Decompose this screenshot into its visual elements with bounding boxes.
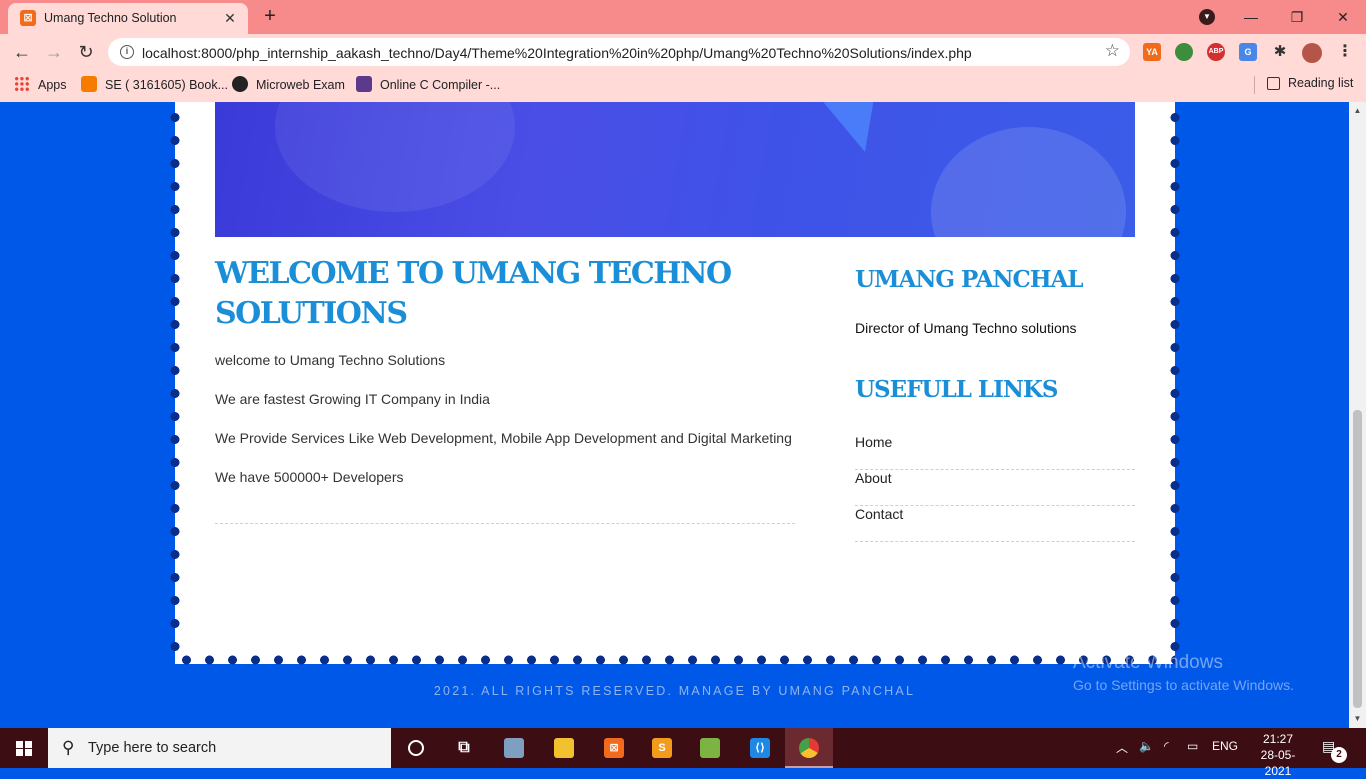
bookmark-apps[interactable]: Apps (14, 76, 67, 92)
close-window-button[interactable]: ✕ (1320, 4, 1366, 30)
blogger-icon (81, 76, 97, 92)
windows-logo-icon (16, 741, 32, 756)
scrollbar-thumb[interactable] (1353, 410, 1362, 708)
taskbar-app-xampp[interactable]: ⊠ (590, 728, 638, 768)
scroll-up-arrow-icon[interactable]: ▲ (1353, 106, 1362, 115)
language-indicator[interactable]: ENG (1212, 739, 1238, 753)
tab-search-icon[interactable]: ▼ (1199, 9, 1215, 25)
content-paragraph: welcome to Umang Techno Solutions (215, 352, 446, 368)
monitor-icon (504, 738, 524, 758)
site-info-icon[interactable]: i (120, 45, 134, 59)
stamp-border-left (170, 102, 180, 664)
page-scrollbar[interactable]: ▲ ▼ (1349, 102, 1366, 728)
taskbar-search[interactable]: ⚲ Type here to search (48, 728, 391, 768)
adblock-extension-icon[interactable]: ABP (1207, 43, 1225, 61)
sidebar-author-title: UMANG PANCHAL (855, 266, 1084, 293)
search-icon: ⚲ (62, 738, 75, 757)
show-hidden-icons-chevron-icon[interactable]: ︿ (1116, 739, 1128, 756)
tab-close-icon[interactable]: ✕ (220, 8, 240, 28)
content-divider (215, 523, 795, 524)
restore-button[interactable]: ❐ (1274, 4, 1320, 30)
stamp-border-right (1170, 102, 1180, 664)
banner-shape (931, 127, 1126, 237)
tab-strip: ⊠ Umang Techno Solution ✕ + ▼ — ❐ ✕ (0, 0, 1366, 34)
apps-grid-icon (14, 76, 30, 92)
page-viewport: WELCOME TO UMANG TECHNO SOLUTIONS welcom… (0, 102, 1349, 728)
volume-icon[interactable]: 🔈 (1139, 739, 1154, 753)
content-card: WELCOME TO UMANG TECHNO SOLUTIONS welcom… (170, 102, 1180, 664)
sublime-icon: S (652, 738, 672, 758)
watermark-title: Activate Windows (1073, 652, 1223, 673)
tab-title: Umang Techno Solution (44, 11, 177, 25)
notepad-icon (700, 738, 720, 758)
new-tab-button[interactable]: + (258, 5, 282, 29)
sidebar-link-home[interactable]: Home (855, 434, 1135, 470)
url-text[interactable]: localhost:8000/php_internship_aakash_tec… (142, 45, 972, 61)
task-view-button[interactable]: ⧉ (440, 728, 488, 768)
forward-arrow-icon[interactable]: → (42, 40, 66, 64)
wifi-icon[interactable]: ◜ (1164, 739, 1169, 753)
notification-count-badge: 2 (1331, 747, 1347, 763)
reading-list-button[interactable]: Reading list (1267, 76, 1353, 90)
battery-icon[interactable]: ▭ (1187, 739, 1198, 753)
extensions-puzzle-icon[interactable]: ✱ (1271, 43, 1289, 61)
angular-icon (232, 76, 248, 92)
watermark-subtitle: Go to Settings to activate Windows. (1073, 677, 1294, 693)
vscode-icon: ⟨⟩ (750, 738, 770, 758)
windows-taskbar: ⚲ Type here to search ⧉ ⊠ S ⟨⟩ ︿ 🔈 ◜ ▭ E… (0, 728, 1366, 778)
bookmark-microweb[interactable]: Microweb Exam (232, 76, 345, 92)
start-button[interactable] (0, 728, 48, 768)
taskbar-app-vscode[interactable]: ⟨⟩ (736, 728, 784, 768)
bookmark-se-book[interactable]: SE ( 3161605) Book... (81, 76, 228, 92)
content-paragraph: We Provide Services Like Web Development… (215, 430, 792, 446)
lightning-icon (356, 76, 372, 92)
minimize-button[interactable]: — (1228, 4, 1274, 30)
sidebar-link-contact[interactable]: Contact (855, 506, 1135, 542)
taskbar-app-chrome[interactable] (785, 728, 833, 768)
content-paragraph: We are fastest Growing IT Company in Ind… (215, 391, 490, 407)
search-placeholder: Type here to search (88, 740, 217, 756)
separator (1254, 76, 1255, 94)
activate-windows-watermark: Activate Windows Go to Settings to activ… (1073, 652, 1294, 693)
hero-banner-image (215, 102, 1135, 237)
clock-time: 21:27 (1262, 732, 1294, 746)
clock-date: 28-05-2021 (1260, 748, 1296, 778)
banner-shape (815, 102, 875, 152)
profile-avatar[interactable] (1302, 43, 1322, 63)
browser-toolbar: ← → ↻ i localhost:8000/php_internship_aa… (0, 34, 1366, 70)
system-clock[interactable]: 21:27 28-05-2021 (1252, 731, 1304, 779)
content-paragraph: We have 500000+ Developers (215, 469, 404, 485)
address-bar[interactable]: i localhost:8000/php_internship_aakash_t… (108, 38, 1130, 66)
reading-list-icon (1267, 77, 1280, 90)
scroll-down-arrow-icon[interactable]: ▼ (1353, 714, 1362, 723)
bookmark-online-c-compiler[interactable]: Online C Compiler -... (356, 76, 500, 92)
xampp-icon: ⊠ (604, 738, 624, 758)
google-translate-icon[interactable]: G (1239, 43, 1257, 61)
sidebar-links-title: USEFULL LINKS (855, 376, 1058, 403)
task-view-icon: ⧉ (458, 739, 470, 756)
sidebar-author-desc: Director of Umang Techno solutions (855, 320, 1077, 336)
taskbar-app-pc[interactable] (490, 728, 538, 768)
banner-shape (275, 102, 515, 212)
reload-icon[interactable]: ↻ (74, 40, 98, 64)
page-title: WELCOME TO UMANG TECHNO SOLUTIONS (215, 256, 732, 331)
back-arrow-icon[interactable]: ← (10, 40, 34, 64)
sidebar-link-about[interactable]: About (855, 470, 1135, 506)
cortana-circle-icon (408, 740, 424, 756)
chrome-icon (799, 738, 819, 758)
xampp-favicon-icon: ⊠ (20, 10, 36, 26)
ya-extension-icon[interactable]: YA (1143, 43, 1161, 61)
bookmarks-bar: Apps SE ( 3161605) Book... Microweb Exam… (0, 70, 1366, 98)
stamp-border-bottom (175, 655, 1175, 665)
taskbar-app-sublime[interactable]: S (638, 728, 686, 768)
globe-extension-icon[interactable] (1175, 43, 1193, 61)
menu-kebab-icon[interactable]: ⋮ (1336, 43, 1354, 61)
bookmark-star-icon[interactable]: ☆ (1105, 41, 1120, 61)
browser-tab[interactable]: ⊠ Umang Techno Solution ✕ (8, 3, 248, 34)
taskbar-app-notepad[interactable] (686, 728, 734, 768)
folder-icon (554, 738, 574, 758)
cortana-button[interactable] (392, 728, 440, 768)
taskbar-app-explorer[interactable] (540, 728, 588, 768)
